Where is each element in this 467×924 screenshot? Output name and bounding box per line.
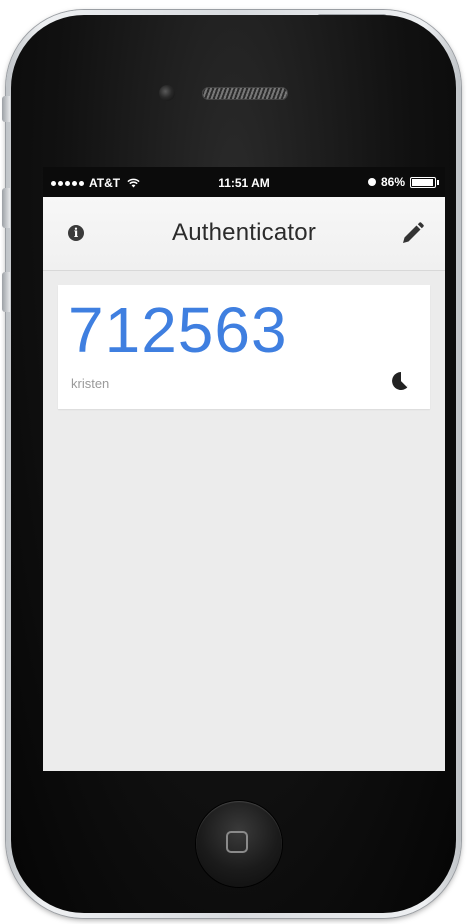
volume-up-button[interactable] (2, 188, 10, 228)
screen: AT&T 11:51 AM 86% i Authenticator 712563… (43, 167, 445, 771)
verification-code: 712563 (68, 294, 288, 366)
earpiece-speaker (202, 87, 288, 100)
status-bar: AT&T 11:51 AM 86% (43, 167, 445, 197)
mute-switch[interactable] (2, 96, 10, 122)
page-title: Authenticator (171, 219, 317, 246)
alarm-icon (367, 178, 376, 186)
volume-down-button[interactable] (2, 272, 10, 312)
home-button[interactable] (196, 801, 282, 887)
countdown-pie-icon (392, 372, 411, 390)
account-code-card[interactable]: 712563 kristen (58, 285, 430, 409)
status-right: 86% (367, 175, 439, 189)
home-square-icon (226, 831, 248, 853)
battery-fill (412, 178, 433, 186)
account-name: kristen (71, 376, 110, 391)
pencil-edit-icon[interactable] (399, 221, 425, 247)
navigation-bar: i Authenticator (43, 197, 445, 271)
front-camera-icon (159, 85, 175, 101)
battery-percent: 86% (380, 175, 405, 189)
battery-icon (410, 176, 439, 188)
